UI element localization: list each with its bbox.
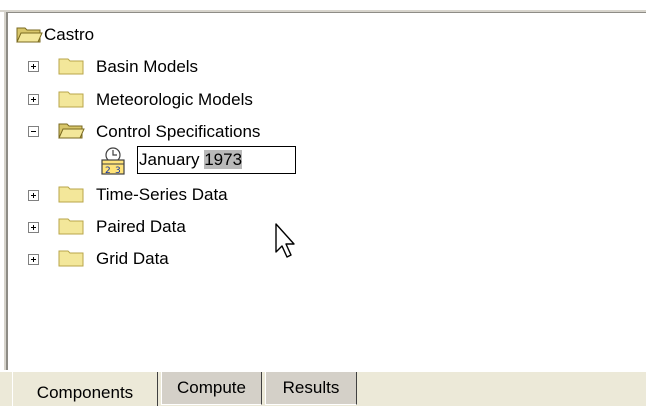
rename-edit-field[interactable]: January 1973 (137, 146, 296, 174)
folder-icon (58, 218, 84, 235)
folder-icon (58, 186, 84, 203)
open-folder-icon (16, 27, 43, 43)
mouse-pointer-icon (275, 223, 295, 258)
tab-compute[interactable]: Compute (161, 372, 262, 405)
tree-root-label[interactable]: Castro (44, 25, 94, 45)
watershed-explorer: Castro Basin Models Meteorologic Models … (0, 0, 646, 406)
tree-item-basin-models[interactable]: Basin Models (96, 57, 198, 77)
expand-grid-data-button[interactable] (28, 254, 39, 265)
tree-item-meteorologic-models[interactable]: Meteorologic Models (96, 90, 253, 110)
svg-text:2: 2 (105, 166, 111, 176)
folder-icon (58, 58, 84, 75)
edit-text-plain: January (139, 150, 205, 169)
expand-meteorologic-models-button[interactable] (28, 94, 39, 105)
expand-basin-models-button[interactable] (28, 61, 39, 72)
tree-item-time-series-data[interactable]: Time-Series Data (96, 185, 228, 205)
expand-paired-data-button[interactable] (28, 222, 39, 233)
tree-item-grid-data[interactable]: Grid Data (96, 249, 169, 269)
calendar-clock-icon: 2 3 (101, 147, 125, 176)
tab-components[interactable]: Components (12, 372, 158, 406)
components-tree: Castro Basin Models Meteorologic Models … (0, 0, 646, 370)
folder-icon (58, 250, 84, 267)
tree-item-control-specifications[interactable]: Control Specifications (96, 122, 260, 142)
expand-time-series-data-button[interactable] (28, 190, 39, 201)
tab-results[interactable]: Results (265, 372, 357, 405)
edit-text-selected: 1973 (204, 150, 243, 169)
tree-item-paired-data[interactable]: Paired Data (96, 217, 186, 237)
folder-icon (58, 91, 84, 108)
open-folder-icon (58, 123, 85, 139)
collapse-control-specifications-button[interactable] (28, 126, 39, 137)
svg-text:3: 3 (115, 166, 121, 176)
